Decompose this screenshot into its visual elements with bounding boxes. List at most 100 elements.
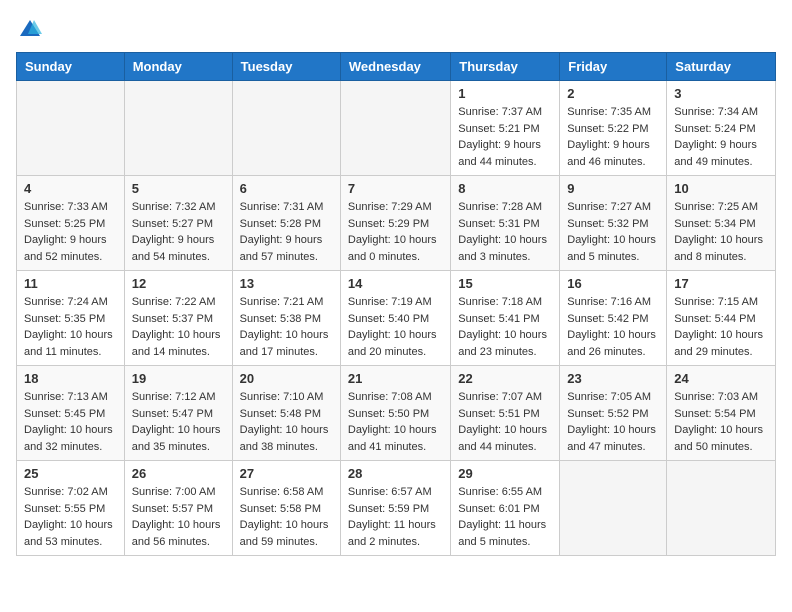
week-row-4: 18 Sunrise: 7:13 AMSunset: 5:45 PMDayligh…	[17, 366, 776, 461]
calendar-cell: 28 Sunrise: 6:57 AMSunset: 5:59 PMDayligh…	[340, 461, 450, 556]
weekday-header-sunday: Sunday	[17, 53, 125, 81]
day-info: Sunrise: 7:16 AMSunset: 5:42 PMDaylight:…	[567, 294, 659, 360]
day-number: 12	[132, 276, 225, 291]
day-info: Sunrise: 7:31 AMSunset: 5:28 PMDaylight:…	[240, 199, 333, 265]
day-number: 10	[674, 181, 768, 196]
day-info: Sunrise: 7:28 AMSunset: 5:31 PMDaylight:…	[458, 199, 552, 265]
day-number: 28	[348, 466, 443, 481]
logo	[16, 16, 42, 40]
day-number: 3	[674, 86, 768, 101]
day-number: 20	[240, 371, 333, 386]
week-row-3: 11 Sunrise: 7:24 AMSunset: 5:35 PMDayligh…	[17, 271, 776, 366]
day-info: Sunrise: 7:35 AMSunset: 5:22 PMDaylight:…	[567, 104, 659, 170]
day-info: Sunrise: 7:00 AMSunset: 5:57 PMDaylight:…	[132, 484, 225, 550]
day-number: 22	[458, 371, 552, 386]
calendar-cell: 19 Sunrise: 7:12 AMSunset: 5:47 PMDayligh…	[124, 366, 232, 461]
calendar-cell: 2 Sunrise: 7:35 AMSunset: 5:22 PMDaylight…	[560, 81, 667, 176]
calendar-cell: 15Sunrise: 7:18 AMSunset: 5:41 PMDayligh…	[451, 271, 560, 366]
calendar-cell: 23 Sunrise: 7:05 AMSunset: 5:52 PMDayligh…	[560, 366, 667, 461]
day-info: Sunrise: 7:34 AMSunset: 5:24 PMDaylight:…	[674, 104, 768, 170]
day-number: 27	[240, 466, 333, 481]
day-info: Sunrise: 7:27 AMSunset: 5:32 PMDaylight:…	[567, 199, 659, 265]
day-info: Sunrise: 6:57 AMSunset: 5:59 PMDaylight:…	[348, 484, 443, 550]
day-number: 9	[567, 181, 659, 196]
day-info: Sunrise: 7:25 AMSunset: 5:34 PMDaylight:…	[674, 199, 768, 265]
calendar-cell	[560, 461, 667, 556]
calendar-cell	[667, 461, 776, 556]
logo-icon	[18, 16, 42, 40]
calendar-cell: 21 Sunrise: 7:08 AMSunset: 5:50 PMDayligh…	[340, 366, 450, 461]
calendar-cell	[124, 81, 232, 176]
calendar-cell: 22Sunrise: 7:07 AMSunset: 5:51 PMDayligh…	[451, 366, 560, 461]
page-header	[16, 16, 776, 40]
weekday-header-friday: Friday	[560, 53, 667, 81]
calendar-cell	[232, 81, 340, 176]
day-number: 25	[24, 466, 117, 481]
calendar-cell: 17Sunrise: 7:15 AMSunset: 5:44 PMDayligh…	[667, 271, 776, 366]
calendar-cell: 26Sunrise: 7:00 AMSunset: 5:57 PMDayligh…	[124, 461, 232, 556]
day-number: 8	[458, 181, 552, 196]
day-number: 24	[674, 371, 768, 386]
day-info: Sunrise: 7:13 AMSunset: 5:45 PMDaylight:…	[24, 389, 117, 455]
calendar-cell: 11 Sunrise: 7:24 AMSunset: 5:35 PMDayligh…	[17, 271, 125, 366]
week-row-2: 4Sunrise: 7:33 AMSunset: 5:25 PMDaylight…	[17, 176, 776, 271]
calendar-table: SundayMondayTuesdayWednesdayThursdayFrid…	[16, 52, 776, 556]
day-number: 16	[567, 276, 659, 291]
day-info: Sunrise: 7:15 AMSunset: 5:44 PMDaylight:…	[674, 294, 768, 360]
day-number: 7	[348, 181, 443, 196]
calendar-cell: 18 Sunrise: 7:13 AMSunset: 5:45 PMDayligh…	[17, 366, 125, 461]
weekday-header-monday: Monday	[124, 53, 232, 81]
day-number: 6	[240, 181, 333, 196]
day-info: Sunrise: 7:22 AMSunset: 5:37 PMDaylight:…	[132, 294, 225, 360]
day-info: Sunrise: 7:21 AMSunset: 5:38 PMDaylight:…	[240, 294, 333, 360]
calendar-cell: 8 Sunrise: 7:28 AMSunset: 5:31 PMDaylight…	[451, 176, 560, 271]
day-info: Sunrise: 6:58 AMSunset: 5:58 PMDaylight:…	[240, 484, 333, 550]
day-info: Sunrise: 7:10 AMSunset: 5:48 PMDaylight:…	[240, 389, 333, 455]
day-info: Sunrise: 7:12 AMSunset: 5:47 PMDaylight:…	[132, 389, 225, 455]
weekday-header-tuesday: Tuesday	[232, 53, 340, 81]
day-info: Sunrise: 7:37 AMSunset: 5:21 PMDaylight:…	[458, 104, 552, 170]
calendar-cell: 13 Sunrise: 7:21 AMSunset: 5:38 PMDayligh…	[232, 271, 340, 366]
calendar-cell: 10 Sunrise: 7:25 AMSunset: 5:34 PMDayligh…	[667, 176, 776, 271]
day-info: Sunrise: 7:08 AMSunset: 5:50 PMDaylight:…	[348, 389, 443, 455]
weekday-header-thursday: Thursday	[451, 53, 560, 81]
calendar-cell: 5 Sunrise: 7:32 AMSunset: 5:27 PMDaylight…	[124, 176, 232, 271]
day-info: Sunrise: 7:02 AMSunset: 5:55 PMDaylight:…	[24, 484, 117, 550]
day-info: Sunrise: 7:29 AMSunset: 5:29 PMDaylight:…	[348, 199, 443, 265]
day-number: 2	[567, 86, 659, 101]
day-number: 11	[24, 276, 117, 291]
calendar-cell: 12 Sunrise: 7:22 AMSunset: 5:37 PMDayligh…	[124, 271, 232, 366]
calendar-cell: 7 Sunrise: 7:29 AMSunset: 5:29 PMDaylight…	[340, 176, 450, 271]
calendar-cell: 3 Sunrise: 7:34 AMSunset: 5:24 PMDaylight…	[667, 81, 776, 176]
day-number: 21	[348, 371, 443, 386]
calendar-cell: 25 Sunrise: 7:02 AMSunset: 5:55 PMDayligh…	[17, 461, 125, 556]
calendar-cell: 27 Sunrise: 6:58 AMSunset: 5:58 PMDayligh…	[232, 461, 340, 556]
weekday-header-saturday: Saturday	[667, 53, 776, 81]
day-number: 29	[458, 466, 552, 481]
calendar-cell: 16 Sunrise: 7:16 AMSunset: 5:42 PMDayligh…	[560, 271, 667, 366]
week-row-1: 1 Sunrise: 7:37 AMSunset: 5:21 PMDaylight…	[17, 81, 776, 176]
day-info: Sunrise: 7:19 AMSunset: 5:40 PMDaylight:…	[348, 294, 443, 360]
weekday-header-wednesday: Wednesday	[340, 53, 450, 81]
day-number: 18	[24, 371, 117, 386]
day-info: Sunrise: 6:55 AMSunset: 6:01 PMDaylight:…	[458, 484, 552, 550]
day-number: 19	[132, 371, 225, 386]
day-number: 14	[348, 276, 443, 291]
calendar-cell: 24 Sunrise: 7:03 AMSunset: 5:54 PMDayligh…	[667, 366, 776, 461]
day-number: 13	[240, 276, 333, 291]
day-info: Sunrise: 7:03 AMSunset: 5:54 PMDaylight:…	[674, 389, 768, 455]
calendar-cell: 1 Sunrise: 7:37 AMSunset: 5:21 PMDaylight…	[451, 81, 560, 176]
weekday-header-row: SundayMondayTuesdayWednesdayThursdayFrid…	[17, 53, 776, 81]
calendar-cell	[340, 81, 450, 176]
calendar-cell: 29 Sunrise: 6:55 AMSunset: 6:01 PMDayligh…	[451, 461, 560, 556]
day-info: Sunrise: 7:24 AMSunset: 5:35 PMDaylight:…	[24, 294, 117, 360]
day-number: 5	[132, 181, 225, 196]
day-number: 1	[458, 86, 552, 101]
day-info: Sunrise: 7:32 AMSunset: 5:27 PMDaylight:…	[132, 199, 225, 265]
calendar-cell	[17, 81, 125, 176]
calendar-cell: 14 Sunrise: 7:19 AMSunset: 5:40 PMDayligh…	[340, 271, 450, 366]
day-info: Sunrise: 7:05 AMSunset: 5:52 PMDaylight:…	[567, 389, 659, 455]
day-number: 4	[24, 181, 117, 196]
calendar-cell: 9 Sunrise: 7:27 AMSunset: 5:32 PMDaylight…	[560, 176, 667, 271]
day-number: 23	[567, 371, 659, 386]
